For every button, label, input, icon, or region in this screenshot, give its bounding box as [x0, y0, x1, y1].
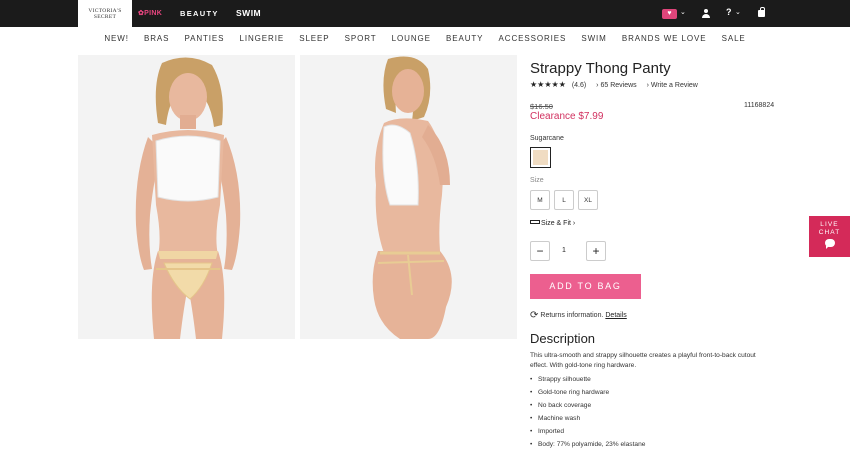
nav-item-sport[interactable]: SPORT: [345, 34, 377, 43]
size-fit-link[interactable]: Size & Fit ›: [530, 220, 575, 227]
nav-item-new[interactable]: NEW!: [104, 34, 129, 43]
returns-details-link[interactable]: Details: [605, 312, 626, 319]
size-label: Size: [530, 177, 544, 184]
rating-row: ★★★★★ (4.6) › 65 Reviews › Write a Revie…: [530, 80, 698, 89]
list-item: No back coverage: [530, 399, 645, 412]
clearance-price: Clearance $7.99: [530, 111, 604, 122]
nav-item-sale[interactable]: SALE: [722, 34, 746, 43]
list-item: Gold-tone ring hardware: [530, 386, 645, 399]
swim-brand-link[interactable]: SWIM: [236, 8, 261, 18]
bag-icon[interactable]: [758, 7, 765, 17]
nav-item-sleep[interactable]: SLEEP: [299, 34, 329, 43]
add-to-bag-button[interactable]: ADD TO BAG: [530, 274, 641, 299]
category-nav: NEW! BRAS PANTIES LINGERIE SLEEP SPORT L…: [0, 34, 850, 43]
ruler-icon: [530, 220, 540, 224]
product-sku: 11168824: [744, 102, 775, 109]
nav-item-brands-we-love[interactable]: BRANDS WE LOVE: [622, 34, 707, 43]
list-item: Body: 77% polyamide, 23% elastane: [530, 438, 645, 451]
rating-value: (4.6): [571, 82, 587, 89]
pink-brand-link[interactable]: ✿PINK: [138, 9, 162, 17]
size-button-xl[interactable]: XL: [578, 190, 598, 210]
nav-item-beauty[interactable]: BEAUTY: [446, 34, 483, 43]
returns-cycle-icon: ⟳: [530, 310, 539, 321]
chevron-right-icon: ›: [572, 220, 576, 227]
description-text: This ultra-smooth and strappy silhouette…: [530, 352, 756, 369]
live-chat-button[interactable]: LIVE CHAT: [809, 216, 850, 257]
nav-item-accessories[interactable]: ACCESSORIES: [499, 34, 567, 43]
product-image-front[interactable]: [78, 55, 295, 339]
color-swatch-sugarcane[interactable]: [530, 147, 551, 168]
nav-item-bras[interactable]: BRAS: [144, 34, 169, 43]
top-brand-bar: VICTORIA'S SECRET ✿PINK BEAUTY SWIM ♥ ⌄ …: [0, 0, 850, 27]
chevron-down-icon[interactable]: ⌄: [680, 8, 686, 16]
description-heading: Description: [530, 331, 596, 346]
swatch-fill: [533, 150, 548, 165]
feature-list: Strappy silhouette Gold-tone ring hardwa…: [530, 373, 645, 451]
logo-line-2: SECRET: [93, 14, 117, 20]
product-image-back[interactable]: [300, 55, 517, 339]
nav-item-lounge[interactable]: LOUNGE: [392, 34, 431, 43]
color-name: Sugarcane: [530, 135, 564, 142]
nav-item-panties[interactable]: PANTIES: [184, 34, 224, 43]
list-item: Strappy silhouette: [530, 373, 645, 386]
live-chat-line-2: CHAT: [818, 229, 841, 236]
account-icon[interactable]: [702, 9, 710, 18]
quantity-decrease-button[interactable]: −: [530, 241, 550, 261]
nav-item-lingerie[interactable]: LINGERIE: [240, 34, 285, 43]
chat-bubble-icon: [824, 239, 835, 249]
chevron-right-icon: ›: [646, 82, 649, 89]
live-chat-line-1: LIVE: [820, 221, 839, 228]
returns-info: ⟳ Returns information. Details: [530, 310, 627, 321]
quantity-value[interactable]: 1: [562, 247, 566, 254]
victorias-secret-logo[interactable]: VICTORIA'S SECRET: [78, 0, 132, 27]
write-review-link[interactable]: Write a Review: [651, 82, 698, 89]
product-title: Strappy Thong Panty: [530, 60, 671, 77]
size-button-m[interactable]: M: [530, 190, 550, 210]
help-icon[interactable]: ?: [726, 7, 732, 17]
quantity-increase-button[interactable]: +: [586, 241, 606, 261]
reviews-link[interactable]: 65 Reviews: [600, 82, 636, 89]
star-rating-icon: ★★★★★: [530, 80, 566, 89]
heart-icon[interactable]: ♥: [662, 9, 677, 19]
chevron-down-icon[interactable]: ⌄: [735, 8, 741, 16]
size-button-l[interactable]: L: [554, 190, 574, 210]
beauty-brand-link[interactable]: BEAUTY: [180, 9, 219, 18]
list-item: Machine wash: [530, 412, 645, 425]
chevron-right-icon: ›: [596, 82, 599, 89]
list-item: Imported: [530, 425, 645, 438]
original-price: $16.50: [530, 102, 553, 111]
nav-item-swim[interactable]: SWIM: [581, 34, 606, 43]
